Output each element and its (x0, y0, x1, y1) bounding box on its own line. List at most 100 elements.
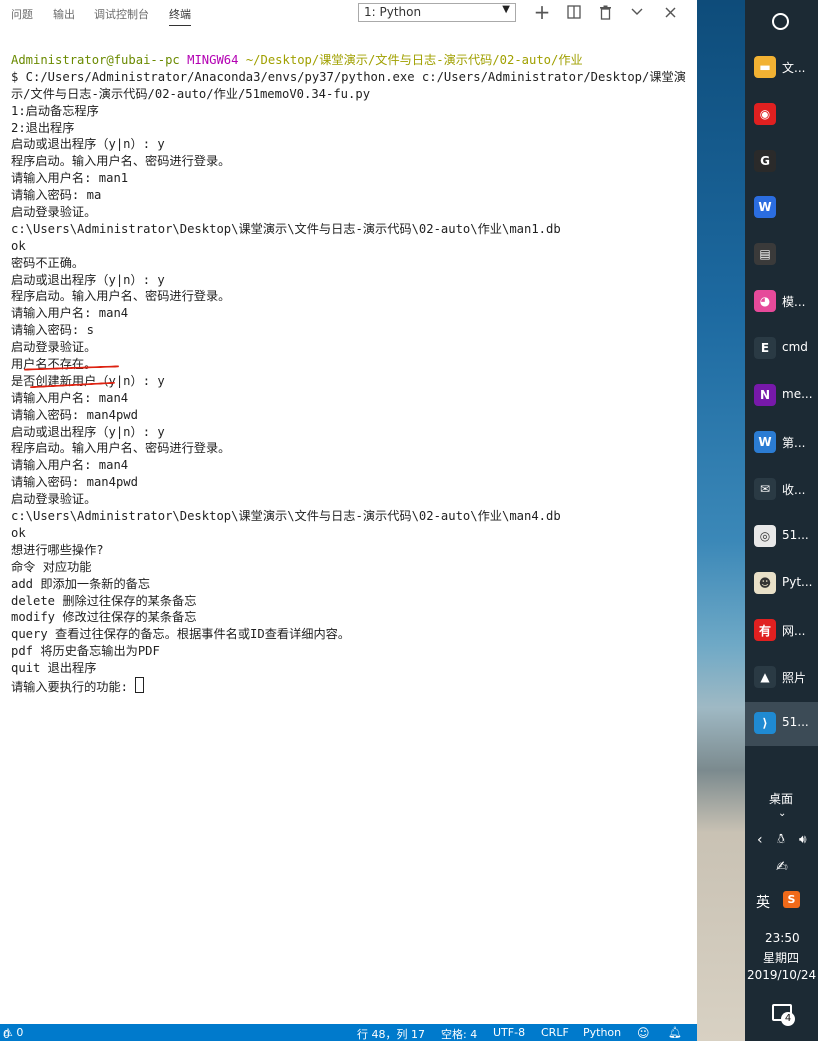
prompt-user: Administrator@fubai--pc (11, 53, 180, 67)
taskbar-item[interactable]: W 第... (745, 421, 818, 465)
word-icon: W (754, 431, 776, 453)
split-terminal-icon[interactable] (563, 1, 585, 23)
prompt-line: Administrator@fubai--pc MINGW64 ~/Deskto… (11, 52, 695, 69)
terminal-icon: E (754, 337, 776, 359)
smiley-icon[interactable]: ☺ (637, 1026, 650, 1040)
panel-tab-bar: 问题 输出 调试控制台 终端 1: Python ▼ + (0, 0, 697, 28)
desktop-wallpaper (697, 0, 745, 1041)
taskbar-item[interactable]: Nme... (745, 374, 818, 418)
clock-date[interactable]: 2019/10/24 (747, 968, 816, 982)
prompt-env: MINGW64 (187, 53, 239, 67)
terminal-line: quit 退出程序 (11, 661, 97, 676)
terminal-line: 启动登录验证。 (11, 492, 97, 507)
pen-icon[interactable]: ✍︎ (776, 859, 788, 875)
indentation[interactable]: 空格: 4 (441, 1026, 477, 1042)
input-prompt: 请输入要执行的功能: (11, 679, 129, 694)
tray-expand-icon[interactable]: ‹ (757, 832, 763, 848)
terminal-select-value: 1: Python (364, 5, 422, 19)
terminal-line: add 即添加一条新的备忘 (11, 576, 151, 591)
terminal-line: 请输入用户名: man1 (11, 171, 129, 186)
notification-badge: 4 (781, 1012, 795, 1026)
terminal-line: 程序启动。输入用户名、密码进行登录。 (11, 154, 231, 169)
taskbar-item[interactable]: ▬ 文... (745, 46, 818, 90)
vscode-icon: ⟩ (754, 712, 776, 734)
tab-problems[interactable]: 问题 (11, 6, 33, 22)
terminal-line: ok (11, 238, 26, 253)
tab-debug-console[interactable]: 调试控制台 (94, 6, 149, 22)
clock-weekday[interactable]: 星期四 (763, 949, 799, 966)
taskbar-item[interactable]: ◉ (745, 93, 818, 137)
terminal-line: 命令 对应功能 (11, 559, 92, 574)
folder-icon: ▬ (754, 56, 776, 78)
terminal-select[interactable]: 1: Python ▼ (358, 3, 516, 22)
plus-icon[interactable]: + (531, 0, 553, 24)
terminal-line: 1:启动备忘程序 (11, 103, 99, 118)
taskbar-item[interactable]: ▲ 照片 (745, 656, 818, 700)
ime-indicator[interactable]: 英 (756, 892, 770, 912)
terminal-line: 请输入用户名: man4 (11, 306, 129, 321)
terminal-line: 请输入用户名: man4 (11, 390, 129, 405)
terminal-line: 请输入密码: ma (11, 188, 102, 203)
terminal-panel: 问题 输出 调试控制台 终端 1: Python ▼ + Administrat… (0, 0, 697, 1024)
volume-icon[interactable]: 🔊︎ (799, 832, 807, 847)
language-mode[interactable]: Python (583, 1026, 621, 1039)
taskbar-item[interactable]: ◎ 51... (745, 515, 818, 559)
youdao-icon: 有 (754, 619, 776, 641)
taskbar-item[interactable]: W (745, 186, 818, 230)
terminal-line: 请输入用户名: man4 (11, 458, 129, 473)
taskbar-item[interactable]: G (745, 140, 818, 184)
taskbar-item-label: 51... (782, 528, 809, 542)
clock-time[interactable]: 23:50 (765, 931, 800, 945)
taskbar-item[interactable]: ⟩ 51... (745, 702, 818, 746)
netease-music-icon: ◉ (754, 103, 776, 125)
taskbar-item[interactable]: ☻ Pyt... (745, 562, 818, 606)
python-icon: ☻ (754, 572, 776, 594)
taskbar-item-label: 网... (782, 624, 806, 638)
cursor-position[interactable]: 行 48，列 17 (357, 1026, 425, 1042)
taskbar: ▬ 文... ◉ G W ▤ ◕ 模... Ecmd Nme... W 第... ✉ 收... ◎ 51...… (745, 0, 818, 1041)
error-count: 0 (3, 1028, 10, 1041)
taskbar-item[interactable]: ▤ (745, 233, 818, 277)
sogou-icon[interactable]: S (783, 891, 800, 908)
terminal-line: 请输入密码: man4pwd (11, 475, 138, 490)
shield-w-icon: W (754, 196, 776, 218)
cortana-icon[interactable] (772, 13, 789, 30)
taskbar-item[interactable]: Ecmd (745, 327, 818, 371)
problems-indicator[interactable]: 0 ⚠ 0 (3, 1026, 24, 1041)
command-line-1: $ C:/Users/Administrator/Anaconda3/envs/… (11, 69, 686, 84)
terminal-line: 想进行哪些操作? (11, 542, 104, 557)
close-icon[interactable] (659, 1, 681, 23)
dropdown-arrow-icon: ▼ (502, 4, 510, 15)
show-desktop-button[interactable]: 桌面 (769, 790, 793, 807)
g-app-icon: G (754, 150, 776, 172)
terminal-line: c:\Users\Administrator\Desktop\课堂演示\文件与日… (11, 509, 561, 524)
terminal-line: c:\Users\Administrator\Desktop\课堂演示\文件与日… (11, 221, 561, 236)
taskbar-item[interactable]: ◕ 模... (745, 280, 818, 324)
line-ending[interactable]: CRLF (541, 1026, 569, 1039)
terminal-line: query 查看过往保存的备忘。根据事件名或ID查看详细内容。 (11, 627, 351, 642)
trash-icon[interactable] (594, 1, 616, 23)
mail-icon: ✉ (754, 478, 776, 500)
taskbar-item[interactable]: ✉ 收... (745, 468, 818, 512)
onenote-icon: N (754, 384, 776, 406)
double-chevron-down-icon[interactable]: ⌄ (778, 808, 786, 819)
warning-count: 0 (16, 1026, 24, 1039)
terminal-line: pdf 将历史备忘输出为PDF (11, 644, 160, 659)
terminal-line: 密码不正确。 (11, 255, 85, 270)
tab-terminal[interactable]: 终端 (169, 6, 191, 26)
prompt-path: ~/Desktop/课堂演示/文件与日志-演示代码/02-auto/作业 (245, 53, 583, 67)
status-bar: 0 ⚠ 0 行 48，列 17 空格: 4 UTF-8 CRLF Python … (0, 1024, 697, 1041)
terminal-line: 启动登录验证。 (11, 205, 97, 220)
taskbar-item[interactable]: 有网... (745, 609, 818, 653)
bell-icon[interactable]: 🔔︎ (668, 1026, 682, 1039)
terminal-line: ok (11, 525, 26, 540)
tab-output[interactable]: 输出 (53, 6, 75, 22)
taskbar-item-label: 文... (782, 61, 806, 75)
qq-icon[interactable]: 🐧︎ (777, 832, 785, 848)
terminal-line: modify 修改过往保存的某条备忘 (11, 610, 197, 625)
encoding[interactable]: UTF-8 (493, 1026, 525, 1039)
terminal-line: 2:退出程序 (11, 120, 75, 135)
photos-icon: ▲ (754, 666, 776, 688)
chevron-down-icon[interactable] (626, 1, 648, 23)
terminal-output[interactable]: Administrator@fubai--pc MINGW64 ~/Deskto… (11, 52, 695, 694)
